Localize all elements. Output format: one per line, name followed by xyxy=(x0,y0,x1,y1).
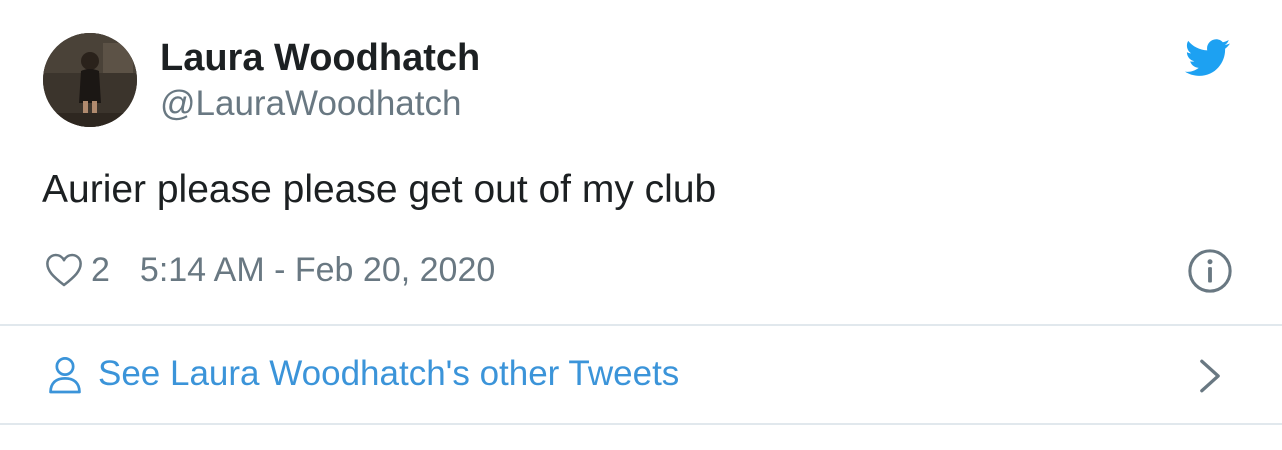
see-other-tweets-label[interactable]: See Laura Woodhatch's other Tweets xyxy=(98,354,679,394)
see-other-tweets-link[interactable]: See Laura Woodhatch's other Tweets xyxy=(0,326,1282,423)
divider xyxy=(0,423,1282,425)
person-icon xyxy=(49,356,81,394)
avatar[interactable] xyxy=(43,33,137,127)
avatar-photo xyxy=(43,33,137,127)
info-icon[interactable] xyxy=(1187,248,1233,294)
tweet-timestamp[interactable]: 5:14 AM - Feb 20, 2020 xyxy=(140,251,495,290)
tweet-text: Aurier please please get out of my club xyxy=(42,168,717,211)
author-handle[interactable]: @LauraWoodhatch xyxy=(160,84,461,124)
author-display-name[interactable]: Laura Woodhatch xyxy=(160,36,480,80)
tweet-meta: 2 5:14 AM - Feb 20, 2020 xyxy=(45,249,495,291)
chevron-right-icon[interactable] xyxy=(1198,358,1222,394)
like-count[interactable]: 2 xyxy=(91,251,110,290)
heart-icon[interactable] xyxy=(45,252,83,288)
embedded-tweet-card: Laura Woodhatch @LauraWoodhatch Aurier p… xyxy=(0,0,1282,450)
twitter-bird-icon[interactable] xyxy=(1185,39,1231,77)
